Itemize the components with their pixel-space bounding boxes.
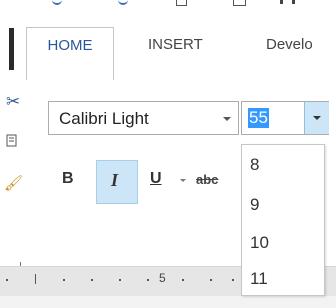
ruler-tick	[91, 279, 93, 281]
font-name-value[interactable]: Calibri Light	[59, 109, 149, 129]
new-document-icon[interactable]	[176, 0, 187, 6]
print-preview-icon[interactable]	[233, 0, 246, 6]
tab-home[interactable]: HOME	[26, 27, 114, 81]
qat-overflow-icon[interactable]	[280, 0, 283, 4]
title-bar-strip	[0, 0, 336, 20]
font-size-dropdown-button[interactable]	[304, 102, 329, 134]
font-size-option[interactable]: 9	[250, 195, 320, 223]
format-painter-icon[interactable]: 🖌	[4, 174, 23, 192]
font-size-option[interactable]: 10	[250, 233, 320, 261]
tab-insert[interactable]: INSERT	[148, 36, 203, 56]
ruler-tick	[119, 279, 121, 281]
font-size-combobox[interactable]: 55	[241, 101, 329, 135]
font-name-combobox[interactable]: Calibri Light	[48, 101, 239, 135]
qat-overflow-icon-2[interactable]	[292, 0, 295, 4]
chevron-down-icon	[313, 116, 321, 120]
document-area-edge	[0, 296, 336, 308]
cut-icon[interactable]: ✂	[6, 92, 20, 112]
ruler-tick	[232, 279, 234, 281]
font-size-value[interactable]: 55	[248, 108, 269, 128]
tab-developer[interactable]: Develo	[266, 36, 313, 56]
ruler-tick	[35, 274, 36, 284]
ruler-tick	[147, 279, 149, 281]
bold-button[interactable]: B	[62, 170, 74, 188]
font-name-dropdown-icon[interactable]	[223, 117, 231, 121]
underline-button[interactable]: U	[150, 170, 162, 188]
font-size-option[interactable]: 8	[250, 155, 320, 183]
ruler-tick	[6, 279, 8, 281]
strikethrough-button[interactable]: abc	[196, 172, 218, 187]
ruler-tick	[182, 279, 184, 281]
underline-options-icon[interactable]	[180, 179, 186, 182]
ruler-tick	[63, 279, 65, 281]
ruler-number: 5	[159, 271, 166, 285]
italic-label[interactable]: I	[111, 170, 118, 191]
copy-icon[interactable]	[6, 134, 18, 148]
font-size-dropdown-list: 8 9 10 11	[241, 144, 325, 296]
font-size-option[interactable]: 11	[250, 269, 320, 297]
file-tab-edge[interactable]	[9, 28, 14, 70]
ruler-tick	[210, 279, 212, 281]
